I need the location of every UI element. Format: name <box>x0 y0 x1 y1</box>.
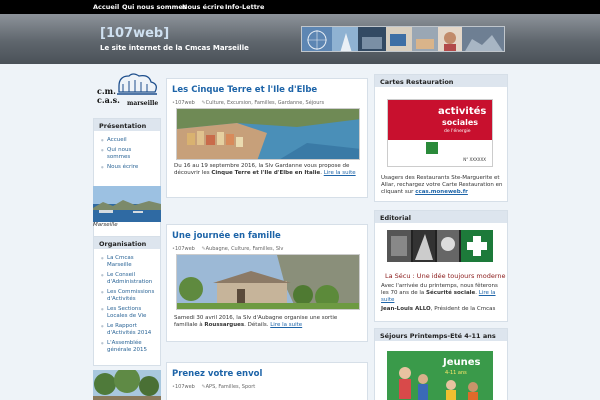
card-line2: sociales <box>442 118 479 127</box>
post-journee-famille: Une journée en famille 107web Aubagne, C… <box>166 224 368 342</box>
post-prenez-envol: Prenez votre envol 107web APS, Familles,… <box>166 362 368 400</box>
sidebar-photo-trees <box>93 370 161 400</box>
post-title[interactable]: Prenez votre envol <box>172 369 262 379</box>
organisation-title: Organisation <box>94 237 160 249</box>
marseille-caption: Marseille <box>93 222 118 228</box>
organisation-link-sections[interactable]: Les Sections Locales de Vie <box>101 306 156 320</box>
organisation-link-cmcas[interactable]: La Cmcas Marseille <box>101 255 156 269</box>
post-author[interactable]: 107web <box>172 384 195 390</box>
presentation-link-qui-nous-sommes[interactable]: Qui nous sommes <box>101 147 156 161</box>
editorial-author-role: , Président de la Cmcas <box>430 306 496 312</box>
post-image[interactable] <box>176 108 360 160</box>
organisation-list: La Cmcas Marseille Le Conseil d'Administ… <box>94 249 160 360</box>
site-description: Le site internet de la Cmcas Marseille <box>100 44 249 52</box>
editorial-author: Jean-Louis ALLO <box>381 306 431 312</box>
nav-qui-nous-sommes[interactable]: Qui nous sommes <box>122 3 187 11</box>
read-more-link[interactable]: Lire la suite <box>324 170 356 176</box>
presentation-list: Accueil Qui nous sommes Nous écrire <box>94 131 160 177</box>
poster-kids-graphic <box>399 367 478 400</box>
post-excerpt: Du 16 au 19 septembre 2016, la Slv Garda… <box>174 163 362 177</box>
restauration-title: Cartes Restauration <box>375 75 507 87</box>
organisation-link-rapport[interactable]: Le Rapport d'Activités 2014 <box>101 323 156 337</box>
presentation-link-nous-ecrire[interactable]: Nous écrire <box>101 164 156 171</box>
logo-text-line2: c.a.s. <box>97 95 120 105</box>
sejours-title: Séjours Printemps-Eté 4-11 ans <box>375 329 507 341</box>
post-meta: 107web Culture, Excursion, Familles, Gar… <box>172 100 324 106</box>
organisation-widget: Organisation La Cmcas Marseille Le Conse… <box>93 236 161 366</box>
post-excerpt: Samedi 30 avril 2016, la Slv d'Aubagne o… <box>174 315 362 329</box>
post-author[interactable]: 107web <box>172 246 195 252</box>
excerpt-bold: Cinque Terre et l'Ile d'Elbe en Italie <box>211 170 321 176</box>
card-number: N° XXXXXX <box>463 157 486 162</box>
post-cinque-terre: Les Cinque Terre et l'Ile d'Elbe 107web … <box>166 78 368 198</box>
marseille-photo <box>93 186 161 222</box>
nav-accueil[interactable]: Accueil <box>93 3 119 11</box>
editorial-bold: Sécurité sociale <box>426 290 476 296</box>
post-author[interactable]: 107web <box>172 100 195 106</box>
post-tags[interactable]: APS, Familles, Sport <box>201 384 255 390</box>
card-line1: activités <box>438 106 487 117</box>
organisation-link-conseil[interactable]: Le Conseil d'Administration <box>101 272 156 286</box>
editorial-image[interactable] <box>387 230 493 262</box>
post-title[interactable]: Une journée en famille <box>172 231 281 241</box>
header-banner-image <box>301 26 505 52</box>
presentation-link-accueil[interactable]: Accueil <box>101 137 156 144</box>
site-header: [107web] Le site internet de la Cmcas Ma… <box>0 14 600 64</box>
restauration-text: Usagers des Restaurants Ste-Marguerite e… <box>381 175 505 196</box>
post-tags[interactable]: Culture, Excursion, Familles, Gardanne, … <box>201 100 324 106</box>
sejours-poster[interactable]: Jeunes 4-11 ans <box>387 351 493 400</box>
restauration-link[interactable]: ccas.moneweb.fr <box>415 189 468 195</box>
post-meta: 107web Aubagne, Culture, Familles, Slv <box>172 246 283 252</box>
excerpt-bold: Roussargues <box>204 322 245 328</box>
nav-info-lettre[interactable]: Info-Lettre <box>225 3 264 11</box>
post-title[interactable]: Les Cinque Terre et l'Ile d'Elbe <box>172 85 317 95</box>
organisation-link-commissions[interactable]: Les Commissions d'Activités <box>101 289 156 303</box>
post-tags[interactable]: Aubagne, Culture, Familles, Slv <box>201 246 283 252</box>
editorial-text: Avec l'arrivée du printemps, nous fêtero… <box>381 283 505 304</box>
card-logo-icon <box>426 142 438 154</box>
card-subtitle: de l'énergie <box>444 129 471 134</box>
presentation-title: Présentation <box>94 119 160 131</box>
read-more-link[interactable]: Lire la suite <box>270 322 302 328</box>
cmcas-logo[interactable]: c.m. c.a.s. marseille <box>93 72 161 110</box>
post-meta: 107web APS, Familles, Sport <box>172 384 255 390</box>
editorial-headline[interactable]: La Sécu : Une idée toujours moderne <box>385 272 506 280</box>
editorial-title: Editorial <box>375 211 507 223</box>
excerpt-text-end: . Détails. <box>244 322 271 328</box>
top-navigation: Accueil Qui nous sommes Nous écrire Info… <box>0 0 600 14</box>
editorial-widget: Editorial La Sécu : Une idée toujours mo… <box>374 210 508 322</box>
editorial-signature: Jean-Louis ALLO, Président de la Cmcas <box>381 306 505 313</box>
nav-nous-ecrire[interactable]: Nous écrire <box>182 3 224 11</box>
post-image[interactable] <box>176 254 360 310</box>
site-title[interactable]: [107web] <box>100 26 169 41</box>
sejours-widget: Séjours Printemps-Eté 4-11 ans Jeunes 4-… <box>374 328 508 400</box>
logo-city: marseille <box>127 100 159 107</box>
organisation-link-assemblee[interactable]: L'Assemblée générale 2015 <box>101 340 156 354</box>
restauration-widget: Cartes Restauration activités sociales d… <box>374 74 508 202</box>
restauration-card-image[interactable]: activités sociales de l'énergie N° XXXXX… <box>387 99 493 167</box>
